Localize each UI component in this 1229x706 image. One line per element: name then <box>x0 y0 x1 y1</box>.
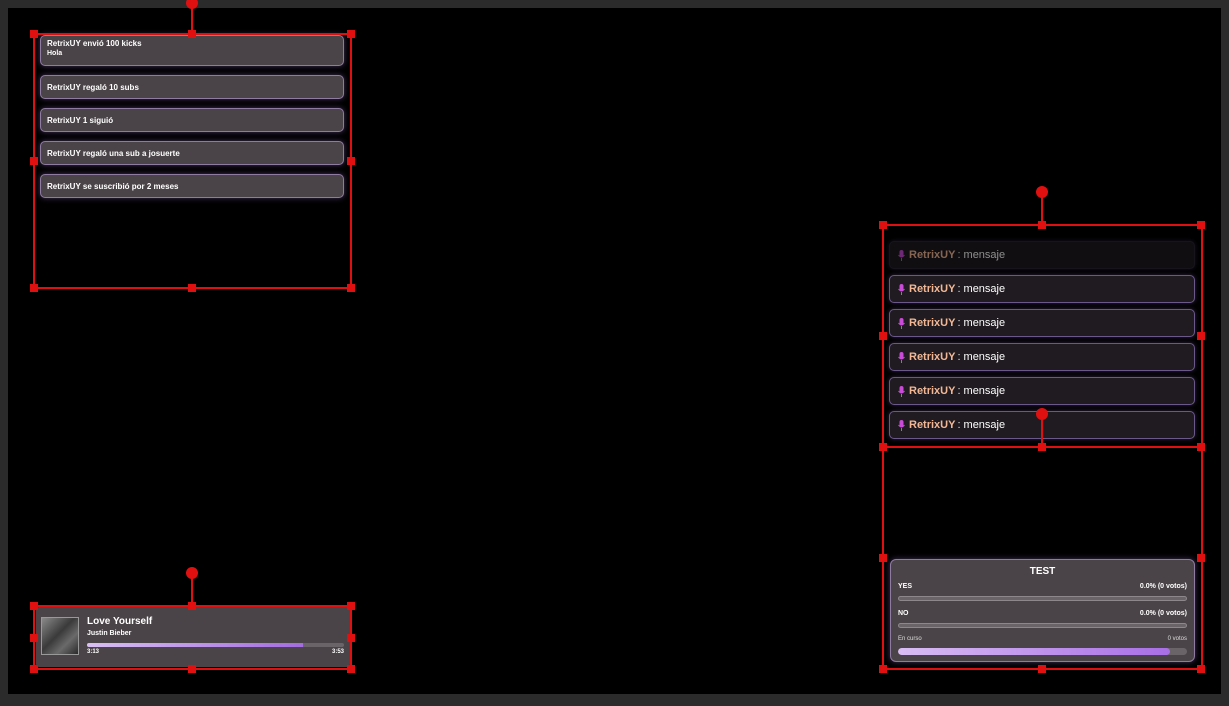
resize-handle[interactable] <box>347 284 355 292</box>
selection-border[interactable] <box>33 33 352 289</box>
resize-handle[interactable] <box>30 665 38 673</box>
resize-handle[interactable] <box>1038 665 1046 673</box>
resize-handle[interactable] <box>1197 221 1205 229</box>
resize-handle[interactable] <box>347 634 355 642</box>
resize-handle[interactable] <box>1197 554 1205 562</box>
selection-border[interactable] <box>33 605 352 670</box>
resize-handle[interactable] <box>879 554 887 562</box>
rotate-line <box>1041 416 1043 446</box>
resize-handle[interactable] <box>1038 221 1046 229</box>
resize-handle[interactable] <box>188 30 196 38</box>
rotate-handle[interactable] <box>186 567 198 579</box>
resize-handle[interactable] <box>30 634 38 642</box>
resize-handle[interactable] <box>1197 443 1205 451</box>
resize-handle[interactable] <box>879 443 887 451</box>
rotate-line <box>191 577 193 605</box>
resize-handle[interactable] <box>1197 665 1205 673</box>
resize-handle[interactable] <box>30 602 38 610</box>
resize-handle[interactable] <box>879 332 887 340</box>
resize-handle[interactable] <box>879 665 887 673</box>
resize-handle[interactable] <box>30 157 38 165</box>
resize-handle[interactable] <box>347 602 355 610</box>
resize-handle[interactable] <box>188 665 196 673</box>
resize-handle[interactable] <box>1038 443 1046 451</box>
rotate-handle[interactable] <box>1036 186 1048 198</box>
selection-border[interactable] <box>882 446 1203 670</box>
resize-handle[interactable] <box>347 30 355 38</box>
resize-handle[interactable] <box>1197 332 1205 340</box>
resize-handle[interactable] <box>188 602 196 610</box>
rotate-handle[interactable] <box>1036 408 1048 420</box>
resize-handle[interactable] <box>30 30 38 38</box>
rotate-line <box>1041 194 1043 224</box>
resize-handle[interactable] <box>347 665 355 673</box>
resize-handle[interactable] <box>188 284 196 292</box>
resize-handle[interactable] <box>30 284 38 292</box>
resize-handle[interactable] <box>347 157 355 165</box>
resize-handle[interactable] <box>879 221 887 229</box>
